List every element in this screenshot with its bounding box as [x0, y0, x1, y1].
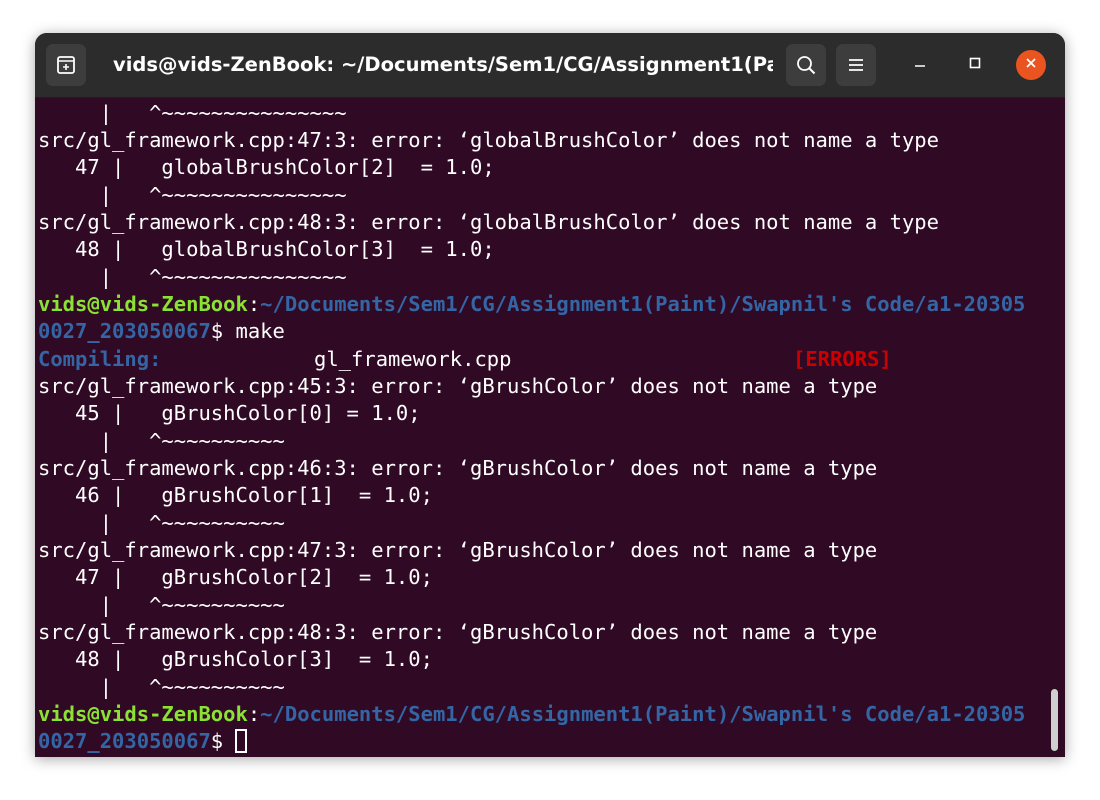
menu-button[interactable]	[836, 44, 876, 86]
output-line: src/gl_framework.cpp:48:3: error: ‘gBrus…	[38, 620, 878, 644]
compile-status-line: Compiling: gl_framework.cpp [ERRORS]	[38, 346, 898, 373]
maximize-button[interactable]	[960, 50, 990, 80]
prompt-colon: :	[247, 702, 261, 726]
prompt-user-host: vids@vids-ZenBook	[38, 292, 248, 316]
output-line: src/gl_framework.cpp:47:3: error: ‘gBrus…	[38, 538, 878, 562]
text-cursor	[235, 729, 248, 753]
new-tab-button[interactable]	[46, 44, 86, 86]
output-line: | ^~~~~~~~~~~~~~~~	[38, 183, 347, 207]
output-line: src/gl_framework.cpp:47:3: error: ‘globa…	[38, 128, 939, 152]
scrollbar-thumb[interactable]	[1051, 689, 1058, 751]
prompt-symbol: $	[210, 729, 224, 753]
compile-label: Compiling:	[38, 347, 162, 371]
prompt-symbol: $	[210, 319, 224, 343]
prompt-user-host: vids@vids-ZenBook	[38, 702, 248, 726]
shell-prompt: vids@vids-ZenBook:~/Documents/Sem1/CG/As…	[38, 291, 1025, 318]
terminal-output[interactable]: | ^~~~~~~~~~~~~~~~ src/gl_framework.cpp:…	[35, 98, 1065, 757]
terminal-window: vids@vids-ZenBook: ~/Documents/Sem1/CG/A…	[35, 33, 1065, 757]
output-line: 46 | gBrushColor[1] = 1.0;	[38, 483, 433, 507]
output-line: 48 | gBrushColor[3] = 1.0;	[38, 647, 433, 671]
prompt-path: ~/Documents/Sem1/CG/Assignment1(Paint)/S…	[260, 702, 1026, 726]
output-line: 48 | globalBrushColor[3] = 1.0;	[38, 237, 495, 261]
window-title: vids@vids-ZenBook: ~/Documents/Sem1/CG/A…	[113, 53, 773, 76]
minimize-icon	[912, 55, 928, 76]
hamburger-menu-icon	[846, 55, 866, 75]
minimize-button[interactable]	[905, 50, 935, 80]
output-line: | ^~~~~~~~~~~~~~~~	[38, 101, 347, 125]
prompt-path: ~/Documents/Sem1/CG/Assignment1(Paint)/S…	[260, 292, 1026, 316]
output-line: | ^~~~~~~~~~~	[38, 429, 285, 453]
output-line: | ^~~~~~~~~~~~~~~~	[38, 265, 347, 289]
title-bar[interactable]: vids@vids-ZenBook: ~/Documents/Sem1/CG/A…	[35, 33, 1065, 98]
new-tab-icon	[55, 54, 77, 76]
search-button[interactable]	[786, 44, 826, 86]
shell-prompt-continued: 0027_203050067$ make	[38, 318, 285, 345]
output-line: | ^~~~~~~~~~~	[38, 511, 285, 535]
close-button[interactable]	[1016, 50, 1046, 80]
prompt-colon: :	[247, 292, 261, 316]
output-line: src/gl_framework.cpp:45:3: error: ‘gBrus…	[38, 374, 878, 398]
typed-command	[223, 729, 235, 753]
shell-prompt-continued: 0027_203050067$	[38, 728, 248, 755]
output-line: | ^~~~~~~~~~~	[38, 593, 285, 617]
output-line: 47 | globalBrushColor[2] = 1.0;	[38, 155, 495, 179]
maximize-icon	[967, 55, 983, 76]
typed-command: make	[223, 319, 285, 343]
output-line: 45 | gBrushColor[0] = 1.0;	[38, 401, 421, 425]
compile-error-tag: [ERRORS]	[793, 347, 892, 371]
prompt-path-continued: 0027_203050067	[38, 729, 211, 753]
output-line: 47 | gBrushColor[2] = 1.0;	[38, 565, 433, 589]
search-icon	[795, 54, 817, 76]
output-line: | ^~~~~~~~~~~	[38, 675, 285, 699]
output-line: src/gl_framework.cpp:46:3: error: ‘gBrus…	[38, 456, 878, 480]
output-line: src/gl_framework.cpp:48:3: error: ‘globa…	[38, 210, 939, 234]
compile-file: gl_framework.cpp	[314, 347, 512, 371]
close-icon	[1024, 56, 1038, 75]
prompt-path-continued: 0027_203050067	[38, 319, 211, 343]
shell-prompt: vids@vids-ZenBook:~/Documents/Sem1/CG/As…	[38, 701, 1025, 728]
